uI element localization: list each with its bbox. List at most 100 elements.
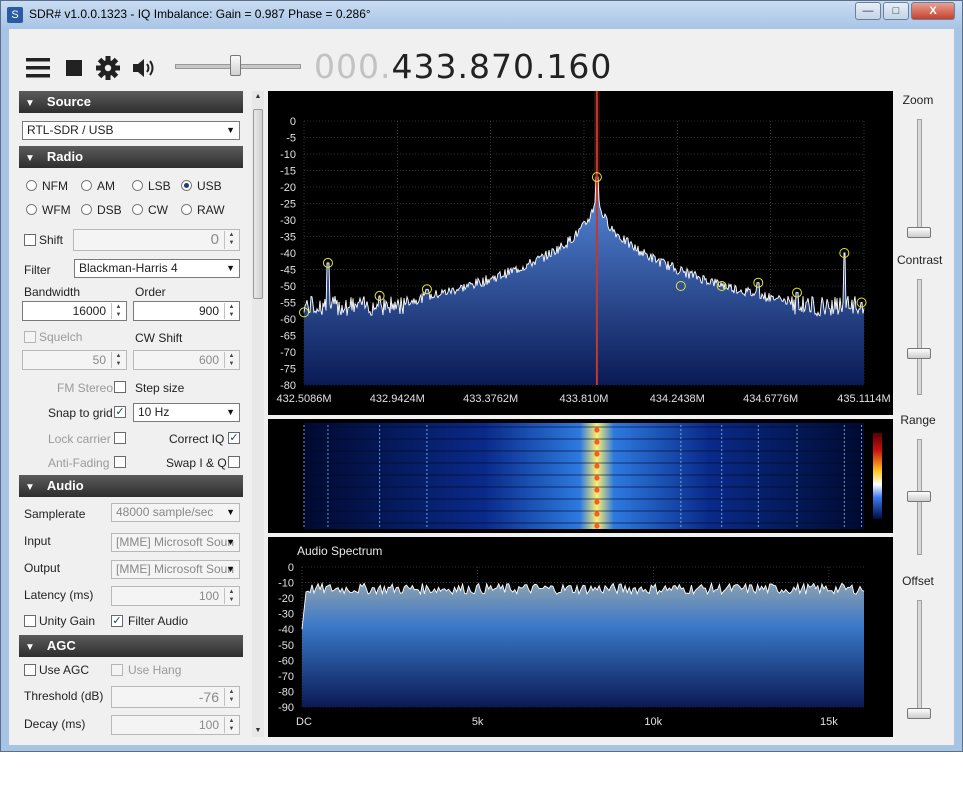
unitygain-label: Unity Gain	[39, 614, 96, 628]
samplerate-select[interactable]: 48000 sample/sec ▼	[111, 503, 240, 522]
cwshift-label: CW Shift	[135, 331, 183, 345]
frequency-display[interactable]: 000.433.870.160	[314, 47, 612, 86]
bandwidth-input[interactable]: 16000 ▲ ▼	[22, 301, 127, 321]
threshold-value: -76	[198, 689, 219, 705]
filteraudio-checkbox[interactable]: ✓	[111, 615, 123, 627]
shift-input[interactable]: 0 ▲ ▼	[73, 229, 240, 251]
panel-scrollbar[interactable]: ▲ ▼	[252, 91, 264, 737]
usehang-checkbox[interactable]	[111, 664, 123, 676]
threshold-input[interactable]: -76 ▲ ▼	[111, 686, 240, 708]
source-section-header[interactable]: ▼ Source	[19, 91, 243, 113]
threshold-spinner[interactable]: ▲ ▼	[224, 688, 238, 706]
source-header-label: Source	[46, 94, 91, 109]
offset-slider[interactable]: Offset	[897, 572, 939, 722]
contrast-thumb[interactable]	[907, 347, 931, 359]
fmstereo-checkbox[interactable]	[114, 381, 126, 393]
contrast-slider[interactable]: Contrast	[897, 251, 942, 401]
scroll-down-icon[interactable]: ▼	[252, 725, 264, 737]
mode-radio-lsb[interactable]	[132, 180, 143, 191]
swapiq-checkbox[interactable]	[228, 456, 240, 468]
mode-radio-nfm[interactable]	[26, 180, 37, 191]
mode-label-cw: CW	[148, 203, 168, 217]
rf-x-tick-label: 433.3762M	[463, 393, 518, 405]
rf-y-tick-label: -60	[280, 314, 296, 326]
source-device-select[interactable]: RTL-SDR / USB ▼	[22, 121, 240, 140]
snap-checkbox[interactable]: ✓	[114, 406, 126, 418]
title-bar[interactable]: S SDR# v1.0.0.1323 - IQ Imbalance: Gain …	[1, 1, 962, 28]
hamburger-icon[interactable]	[25, 55, 51, 81]
scroll-up-icon[interactable]: ▲	[252, 91, 264, 103]
collapse-triangle-icon: ▼	[25, 98, 35, 109]
decay-spinner[interactable]: ▲ ▼	[224, 717, 238, 733]
audio-y-tick-label: -50	[278, 640, 294, 652]
decay-input[interactable]: 100 ▲ ▼	[111, 715, 240, 735]
squelch-input[interactable]: 50 ▲ ▼	[22, 350, 127, 370]
contrast-track[interactable]	[917, 279, 922, 395]
range-label: Range	[900, 413, 936, 427]
waterfall-display[interactable]	[268, 419, 893, 533]
minimize-button[interactable]: —	[855, 2, 881, 20]
zoom-slider[interactable]: Zoom	[897, 91, 939, 241]
waterfall-chart[interactable]	[268, 419, 893, 533]
mode-label-nfm: NFM	[42, 179, 68, 193]
shift-spinner[interactable]: ▲ ▼	[224, 231, 238, 249]
waterfall-carrier-dot	[594, 487, 600, 493]
frequency-prefix: 000.	[314, 47, 392, 86]
latency-input[interactable]: 100 ▲ ▼	[111, 586, 240, 606]
mode-label-usb: USB	[197, 179, 222, 193]
offset-label: Offset	[902, 574, 934, 588]
antifading-checkbox[interactable]	[114, 456, 126, 468]
waterfall-carrier-dot	[594, 475, 600, 481]
zoom-thumb[interactable]	[907, 227, 931, 238]
offset-track[interactable]	[917, 600, 922, 716]
audio-spectrum-chart[interactable]: Audio Spectrum0 -10 -20 -30 -40 -50 -60 -70 -80 -…	[268, 537, 893, 737]
unitygain-checkbox[interactable]	[24, 615, 36, 627]
latency-label: Latency (ms)	[24, 588, 94, 602]
audio-section-header[interactable]: ▼ Audio	[19, 475, 243, 497]
scroll-thumb[interactable]	[253, 109, 263, 299]
close-button[interactable]: X	[911, 2, 955, 20]
input-label: Input	[24, 534, 51, 548]
rf-y-tick-label: -35	[280, 232, 296, 244]
order-spinner[interactable]: ▲ ▼	[224, 303, 238, 319]
stepsize-select[interactable]: 10 Hz ▼	[133, 403, 240, 422]
offset-thumb[interactable]	[907, 708, 931, 719]
cwshift-input[interactable]: 600 ▲ ▼	[133, 350, 240, 370]
range-thumb[interactable]	[907, 491, 931, 502]
correctiq-checkbox[interactable]: ✓	[228, 432, 240, 444]
shift-checkbox[interactable]	[24, 234, 36, 246]
latency-spinner[interactable]: ▲ ▼	[224, 588, 238, 604]
bandwidth-spinner[interactable]: ▲ ▼	[111, 303, 125, 319]
rf-y-tick-label: -75	[280, 364, 296, 376]
audio-input-select[interactable]: [MME] Microsoft Soun ▼	[111, 533, 240, 552]
rf-y-tick-label: -5	[286, 133, 296, 145]
agc-section-header[interactable]: ▼ AGC	[19, 635, 243, 657]
mode-radio-dsb[interactable]	[81, 204, 92, 215]
speaker-icon[interactable]	[131, 55, 157, 81]
mode-radio-cw[interactable]	[132, 204, 143, 215]
cwshift-spinner[interactable]: ▲ ▼	[224, 352, 238, 368]
order-input[interactable]: 900 ▲ ▼	[133, 301, 240, 321]
maximize-button[interactable]: □	[883, 2, 909, 20]
rf-spectrum-display[interactable]: 0 -5 -10 -15 -20 -25 -30 -35 -40 -45 -50 -55 -60 -65 -…	[268, 91, 893, 415]
swapiq-label: Swap I & Q	[166, 456, 227, 470]
rf-spectrum-chart[interactable]: 0 -5 -10 -15 -20 -25 -30 -35 -40 -45 -50 -55 -60 -65 -…	[268, 91, 893, 415]
squelch-spinner[interactable]: ▲ ▼	[111, 352, 125, 368]
mode-radio-am[interactable]	[81, 180, 92, 191]
mode-radio-wfm[interactable]	[26, 204, 37, 215]
audio-spectrum-display[interactable]: Audio Spectrum 0 -10 -20 -30 -40 -50 -60 -70 -80 -…	[268, 537, 893, 737]
zoom-track[interactable]	[917, 119, 922, 235]
radio-section-header[interactable]: ▼ Radio	[19, 146, 243, 168]
stop-icon[interactable]	[61, 55, 87, 81]
useagc-checkbox[interactable]	[24, 664, 36, 676]
mode-radio-raw[interactable]	[181, 204, 192, 215]
gear-icon[interactable]	[95, 55, 121, 81]
filter-select[interactable]: Blackman-Harris 4 ▼	[74, 259, 240, 278]
mode-radio-usb[interactable]	[181, 180, 192, 191]
rf-x-tick-label: 432.9424M	[370, 393, 425, 405]
lockcarrier-checkbox[interactable]	[114, 432, 126, 444]
volume-slider-thumb[interactable]	[230, 55, 241, 76]
range-slider[interactable]: Range	[897, 411, 939, 561]
squelch-checkbox[interactable]	[24, 331, 36, 343]
audio-output-select[interactable]: [MME] Microsoft Soun ▼	[111, 560, 240, 579]
